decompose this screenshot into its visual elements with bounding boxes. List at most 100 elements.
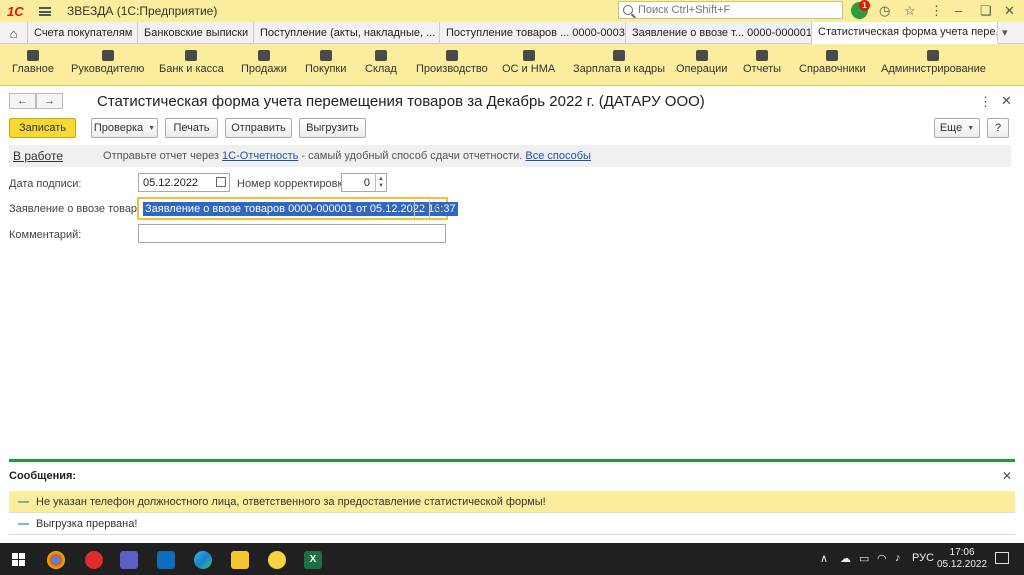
section-production[interactable]: Производство (416, 50, 488, 75)
statement-field[interactable]: Заявление о ввозе товаров 0000-000001 от… (137, 197, 458, 220)
message-dash-icon: — (18, 517, 29, 530)
outlook-icon[interactable] (157, 551, 175, 569)
teams-icon[interactable] (120, 551, 138, 569)
sections-panel: Главное Руководителю Банк и касса Продаж… (0, 44, 1024, 86)
section-main[interactable]: Главное (12, 50, 54, 75)
directories-section-icon (826, 50, 839, 61)
message-item[interactable]: — Выгрузка прервана! (9, 513, 1015, 535)
dropdown-arrow-icon[interactable]: ▼ (414, 199, 428, 218)
statement-label: Заявление о ввозе товаров: (9, 203, 153, 215)
forward-arrow-icon[interactable]: → (36, 93, 63, 109)
section-label: ОС и НМА (502, 63, 556, 75)
tray-chevron-icon[interactable]: ∧ (820, 552, 828, 565)
form-title: Статистическая форма учета перемещения т… (97, 93, 705, 110)
report-status-strip: В работе Отправьте отчет через 1С-Отчетн… (9, 145, 1011, 167)
search-input[interactable] (638, 4, 828, 16)
tab-goods-receipt[interactable]: Поступление товаров ... 0000-000396 (440, 22, 626, 44)
check-button[interactable]: Проверка ▼ (91, 118, 158, 138)
tab-label: Банковские выписки (144, 27, 249, 39)
section-assets[interactable]: ОС и НМА (502, 50, 555, 75)
section-administration[interactable]: Администрирование (881, 50, 986, 75)
onedrive-icon[interactable]: ☁ (840, 552, 851, 565)
yandex-browser-icon[interactable] (85, 551, 103, 569)
messages-divider (9, 459, 1015, 462)
sign-date-field[interactable]: 05.12.2022 (138, 173, 230, 192)
all-methods-link[interactable]: Все способы (525, 150, 591, 162)
main-section-icon (27, 50, 40, 61)
section-label: Банк и касса (159, 63, 224, 75)
windows-taskbar: X ∧ ☁ ▭ ◠ ♪ РУС 17:06 05.12.2022 (0, 543, 1024, 575)
close-form-icon[interactable]: ✕ (1001, 93, 1012, 109)
tab-receipts[interactable]: Поступление (акты, накладные, ... (254, 22, 440, 44)
system-clock[interactable]: 17:06 05.12.2022 (937, 547, 987, 571)
administration-section-icon (927, 50, 940, 61)
close-window-icon[interactable]: ✕ (1004, 3, 1015, 19)
section-label: Производство (416, 63, 488, 75)
main-menu-icon[interactable] (39, 6, 51, 16)
history-icon[interactable]: ◷ (879, 3, 890, 19)
chevron-down-icon: ▼ (967, 124, 975, 132)
section-purchases[interactable]: Покупки (305, 50, 346, 75)
home-icon[interactable]: ⌂ (0, 22, 28, 44)
tab-invoices[interactable]: Счета покупателям (28, 22, 138, 44)
1c-enterprise-icon[interactable] (268, 551, 286, 569)
restore-icon[interactable]: ❏ (980, 3, 992, 19)
monitor-icon[interactable]: ▭ (859, 552, 869, 565)
tab-import-statement[interactable]: Заявление о ввозе т... 0000-000001 (626, 22, 812, 44)
check-label: Проверка (93, 122, 144, 134)
app-title: ЗВЕЗДА (1С:Предприятие) (67, 4, 218, 18)
tab-label: Поступление (акты, накладные, ... (260, 27, 436, 39)
section-reports[interactable]: Отчеты (743, 50, 781, 75)
section-salary[interactable]: Зарплата и кадры (573, 50, 665, 75)
input-language[interactable]: РУС (912, 552, 934, 564)
favorites-star-icon[interactable]: ☆ (904, 3, 916, 19)
file-explorer-icon[interactable] (231, 551, 249, 569)
tab-bank-statements[interactable]: Банковские выписки (138, 22, 254, 44)
wifi-icon[interactable]: ◠ (877, 552, 887, 565)
section-director[interactable]: Руководителю (71, 50, 144, 75)
section-sales[interactable]: Продажи (241, 50, 287, 75)
bank-section-icon (185, 50, 198, 61)
form-menu-icon[interactable]: ⋮ (979, 94, 992, 110)
chrome-icon[interactable] (47, 551, 65, 569)
section-operations[interactable]: Операции (676, 50, 727, 75)
windows-start-icon[interactable] (12, 553, 25, 566)
help-button[interactable]: ? (987, 118, 1009, 138)
message-item[interactable]: — Не указан телефон должностного лица, от… (9, 491, 1015, 513)
section-warehouse[interactable]: Склад (365, 50, 397, 75)
messages-title: Сообщения: (9, 470, 77, 482)
section-label: Отчеты (743, 63, 782, 75)
title-bar: 1С ЗВЕЗДА (1С:Предприятие) 1 ◷ ☆ ⋮ – ❏ ✕ (0, 0, 1024, 22)
print-button[interactable]: Печать (165, 118, 218, 138)
correction-label: Номер корректировки: (237, 178, 352, 190)
more-button[interactable]: Еще ▼ (934, 118, 980, 138)
tab-label: Поступление товаров ... 0000-000396 (446, 27, 626, 39)
settings-menu-icon[interactable]: ⋮ (930, 3, 943, 19)
save-button[interactable]: Записать (9, 118, 76, 138)
correction-stepper[interactable]: 0 ▲ ▼ (341, 173, 387, 192)
send-button[interactable]: Отправить (225, 118, 292, 138)
status-link[interactable]: В работе (13, 149, 63, 163)
notification-center-icon[interactable] (995, 552, 1009, 564)
tab-label: Заявление о ввозе т... 0000-000001 (632, 27, 812, 39)
back-arrow-icon[interactable]: ← (9, 93, 36, 109)
calendar-icon[interactable] (216, 177, 226, 187)
tab-statistical-form[interactable]: Статистическая форма учета пере...✕ (812, 22, 998, 44)
upload-button[interactable]: Выгрузить (299, 118, 366, 138)
statement-value: Заявление о ввозе товаров 0000-000001 от… (143, 202, 458, 216)
excel-icon[interactable]: X (304, 551, 322, 569)
open-link-icon[interactable]: ⧉ (429, 199, 446, 218)
minimize-icon[interactable]: – (955, 3, 962, 18)
section-label: Продажи (241, 63, 287, 75)
close-messages-icon[interactable]: ✕ (1002, 469, 1012, 483)
edge-icon[interactable] (194, 551, 212, 569)
volume-icon[interactable]: ♪ (895, 552, 901, 564)
global-search[interactable] (618, 1, 843, 19)
reporting-link[interactable]: 1С-Отчетность (222, 150, 298, 162)
tabs-dropdown-icon[interactable]: ▾ (1002, 22, 1008, 43)
tab-label: Счета покупателям (34, 27, 133, 39)
stepper-arrows-icon[interactable]: ▲ ▼ (375, 174, 386, 191)
section-bank[interactable]: Банк и касса (159, 50, 224, 75)
comment-field[interactable] (138, 224, 446, 243)
section-directories[interactable]: Справочники (799, 50, 866, 75)
